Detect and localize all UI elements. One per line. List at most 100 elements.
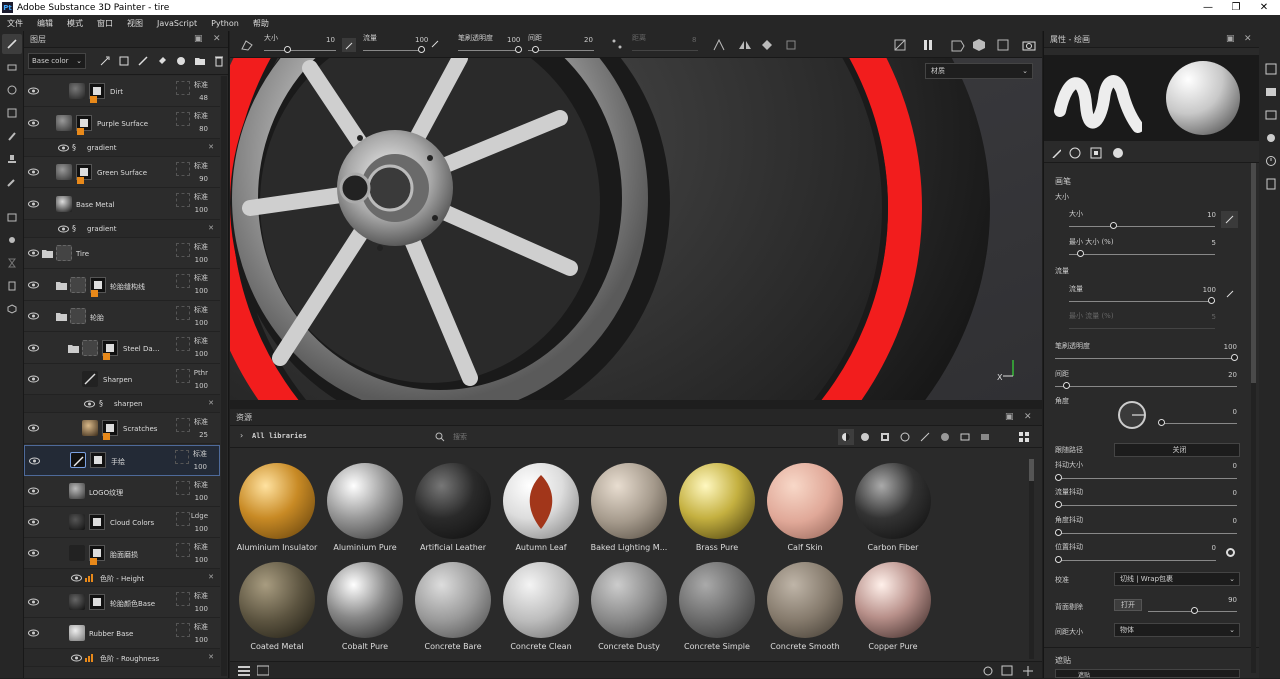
layer-name[interactable]: LOGO纹理 — [89, 488, 123, 498]
layer-opacity[interactable]: 100 — [193, 461, 207, 474]
spacing-size-select[interactable]: 物体 ⌄ — [1114, 623, 1240, 637]
angle-slider-knob[interactable] — [1158, 419, 1165, 426]
eye-icon[interactable] — [58, 225, 69, 233]
symmetry-icon[interactable] — [712, 38, 726, 52]
menu-mode[interactable]: 模式 — [60, 18, 90, 29]
follow-path-toggle[interactable]: 关闭 — [1114, 443, 1240, 457]
flow-value[interactable]: 100 — [415, 36, 428, 44]
layer-blend-mode[interactable]: 标准 — [193, 448, 207, 461]
remove-effect-icon[interactable]: ✕ — [208, 143, 214, 151]
eye-icon[interactable] — [29, 457, 40, 465]
layer-name[interactable]: Scratches — [123, 425, 157, 433]
add-mask-icon[interactable] — [117, 54, 131, 68]
texture-set-list-icon[interactable] — [1261, 59, 1280, 79]
material-item[interactable]: Brass Pure — [675, 463, 759, 552]
new-window-icon[interactable] — [1001, 665, 1013, 676]
layer-row[interactable]: Sharpen Pthr 100 — [24, 364, 220, 395]
angle-value[interactable]: 0 — [1215, 408, 1237, 416]
flow-slider-knob[interactable] — [418, 46, 425, 53]
pause-icon[interactable] — [922, 39, 934, 51]
menu-view[interactable]: 视图 — [120, 18, 150, 29]
effect-name[interactable]: 色阶 - Roughness — [100, 654, 159, 664]
shader-settings-icon[interactable] — [1261, 128, 1280, 148]
stroke-opacity-slider-knob[interactable] — [1231, 354, 1238, 361]
menu-edit[interactable]: 编辑 — [30, 18, 60, 29]
stroke-opacity-value[interactable]: 100 — [507, 36, 520, 44]
angle-slider[interactable] — [1162, 423, 1237, 424]
assets-scrollbar[interactable] — [1029, 459, 1034, 659]
backface-culling-slider-knob[interactable] — [1191, 607, 1198, 614]
layer-name[interactable]: 轮胎缝构线 — [110, 282, 145, 292]
filter-smart-masks-icon[interactable] — [879, 431, 891, 443]
log-icon[interactable] — [1261, 174, 1280, 194]
transform-icon[interactable] — [784, 38, 798, 52]
layer-name[interactable]: Purple Surface — [97, 120, 148, 128]
filter-filters-icon[interactable] — [899, 431, 911, 443]
brush-preset-icon[interactable] — [240, 39, 254, 51]
eye-icon[interactable] — [71, 654, 82, 662]
remove-effect-icon[interactable]: ✕ — [208, 224, 214, 232]
layer-name[interactable]: 手绘 — [111, 457, 125, 467]
layer-name[interactable]: Steel Da… — [123, 345, 160, 353]
add-icon[interactable] — [1022, 665, 1034, 676]
undock-icon[interactable]: ▣ — [1226, 34, 1235, 44]
layer-row-selected[interactable]: 手绘 标准 100 — [24, 445, 220, 476]
effect-name[interactable]: gradient — [87, 225, 117, 233]
hide-overlay-icon[interactable] — [893, 38, 907, 52]
remove-effect-icon[interactable]: ✕ — [208, 653, 214, 661]
render-settings-icon[interactable] — [996, 38, 1010, 52]
angle-dial-icon[interactable] — [1116, 399, 1148, 431]
display-settings-icon[interactable] — [1261, 105, 1280, 125]
min-size-slider[interactable] — [1069, 254, 1215, 255]
layer-name[interactable]: Dirt — [110, 88, 123, 96]
material-item[interactable]: Aluminium Pure — [323, 463, 407, 552]
angle-jitter-slider-knob[interactable] — [1055, 529, 1062, 536]
layer-blend-mode[interactable]: 标准 — [194, 110, 208, 123]
spacing-slider-knob[interactable] — [1063, 382, 1070, 389]
menu-javascript[interactable]: JavaScript — [150, 19, 204, 28]
grid-view-icon[interactable] — [1018, 431, 1030, 443]
layer-blend-mode[interactable]: Pthr — [194, 367, 208, 380]
layers-scrollbar[interactable] — [221, 76, 227, 676]
size-pressure-icon[interactable] — [1221, 211, 1238, 228]
filter-alphas-icon[interactable] — [939, 431, 951, 443]
layer-blend-mode[interactable]: 标准 — [194, 416, 208, 429]
layer-blend-mode[interactable]: 标准 — [194, 304, 208, 317]
layer-opacity[interactable]: 48 — [194, 92, 208, 105]
eye-icon[interactable] — [28, 487, 39, 495]
menu-window[interactable]: 窗口 — [90, 18, 120, 29]
filter-brushes-icon[interactable] — [919, 431, 931, 443]
size-slider-knob[interactable] — [1110, 222, 1117, 229]
projection-icon[interactable] — [2, 80, 22, 100]
undock-icon[interactable]: ▣ — [194, 34, 203, 44]
size-jitter-slider-knob[interactable] — [1055, 474, 1062, 481]
effect-row[interactable]: § sharpen ✕ — [24, 395, 220, 413]
history-icon[interactable] — [1261, 151, 1280, 171]
layer-blend-mode[interactable]: Ldge — [191, 510, 208, 523]
layer-name[interactable]: Base Metal — [76, 201, 115, 209]
spacing-slider[interactable] — [1055, 386, 1237, 387]
layer-opacity[interactable]: 100 — [191, 523, 208, 536]
layer-opacity[interactable]: 100 — [194, 554, 208, 567]
layer-row[interactable]: 胎面磨损 标准 100 — [24, 538, 220, 569]
material-item[interactable]: Coated Metal — [235, 562, 319, 651]
layer-name[interactable]: Sharpen — [103, 376, 132, 384]
layer-blend-mode[interactable]: 标准 — [194, 541, 208, 554]
layer-opacity[interactable]: 80 — [194, 123, 208, 136]
eye-icon[interactable] — [28, 200, 39, 208]
screenshot-camera-icon[interactable] — [1022, 38, 1036, 52]
layer-name[interactable]: 轮胎颜色Base — [110, 599, 155, 609]
layer-blend-mode[interactable]: 标准 — [194, 79, 208, 92]
polygon-fill-icon[interactable] — [2, 103, 22, 123]
layer-name[interactable]: Green Surface — [97, 169, 147, 177]
clone-stamp-icon[interactable] — [2, 149, 22, 169]
eye-icon[interactable] — [28, 281, 39, 289]
layer-row[interactable]: Dirt 标准 48 — [24, 76, 220, 107]
eye-icon[interactable] — [28, 518, 39, 526]
tab-stencil-icon[interactable] — [1090, 147, 1102, 159]
position-jitter-slider[interactable] — [1055, 560, 1216, 561]
eye-icon[interactable] — [58, 144, 69, 152]
material-item[interactable]: Concrete Smooth — [763, 562, 847, 651]
menu-file[interactable]: 文件 — [0, 18, 30, 29]
eye-icon[interactable] — [28, 344, 39, 352]
